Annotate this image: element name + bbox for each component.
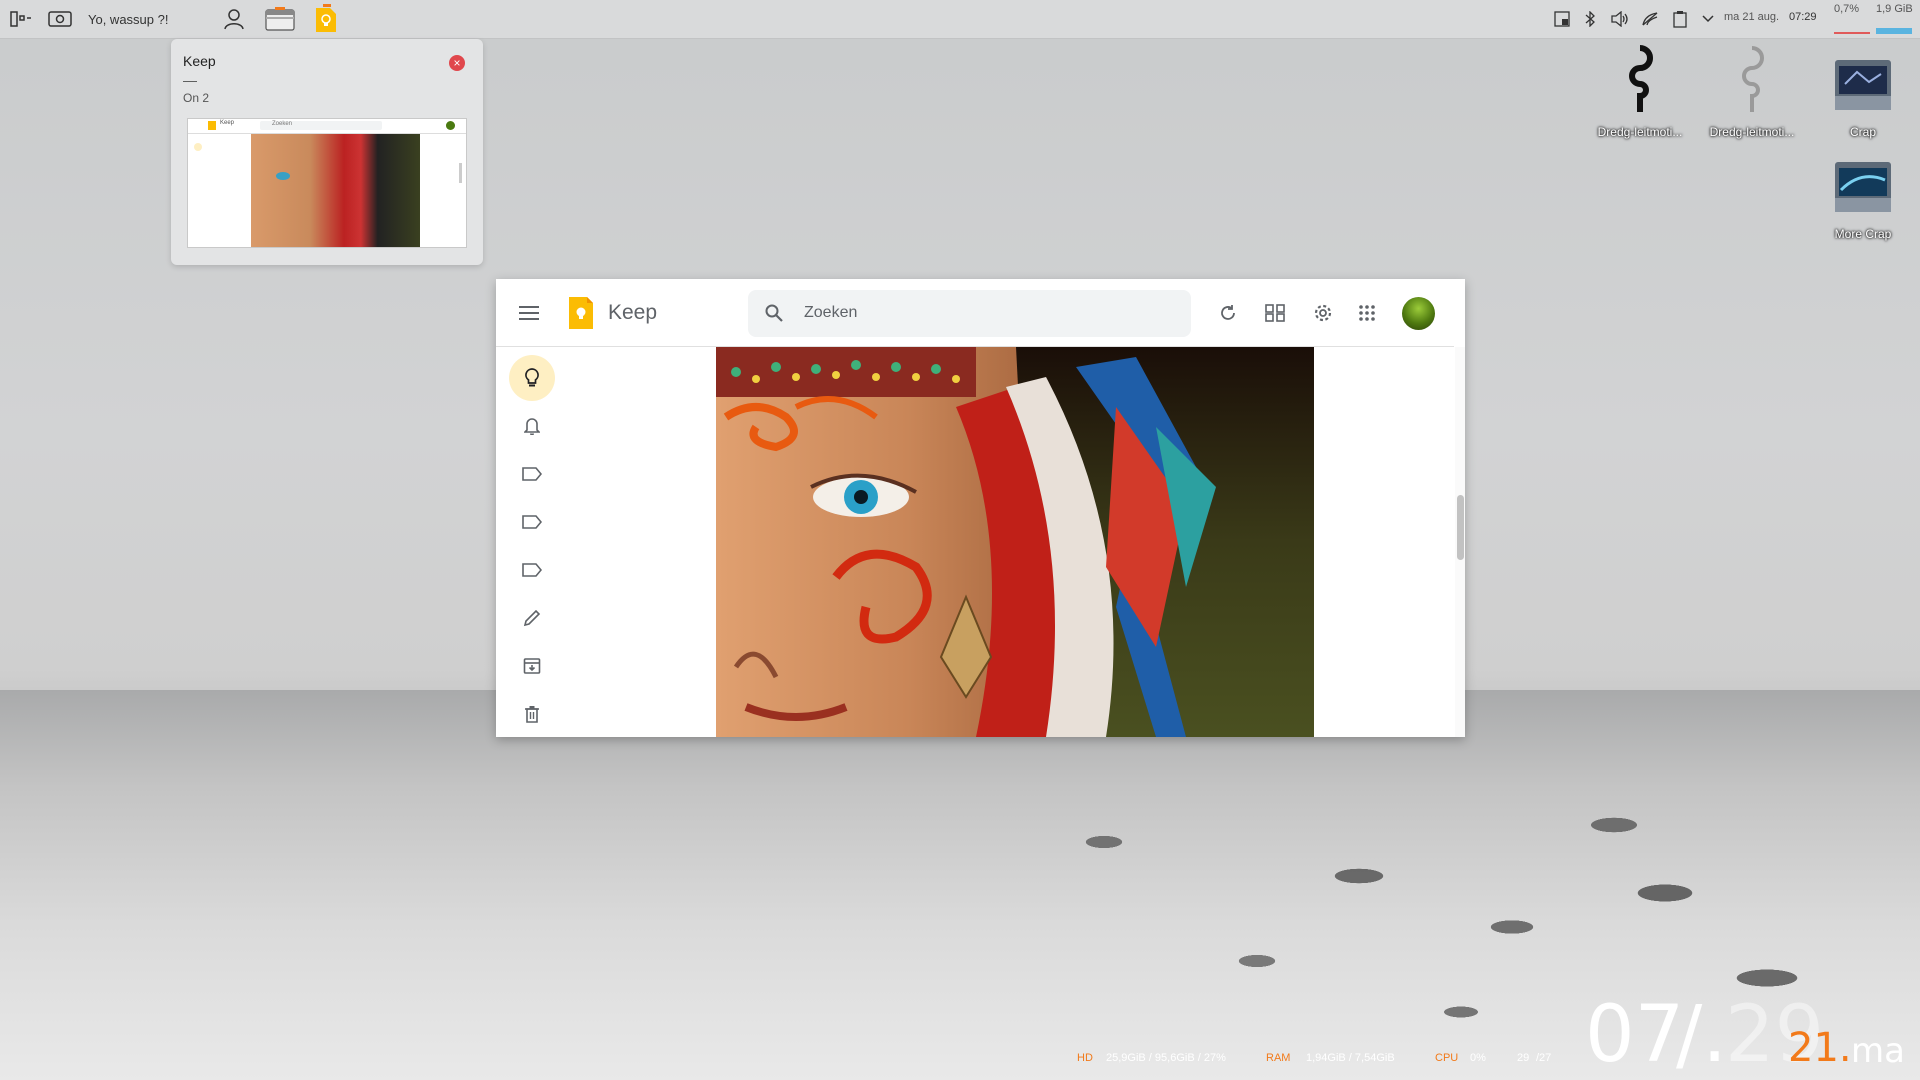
hd-label: HD: [1077, 1052, 1093, 1064]
sidebar-item-notes[interactable]: [509, 355, 555, 401]
folder-icon: [1835, 162, 1891, 212]
task-preview-tooltip: Keep — On 2 × Keep Zoeken: [171, 39, 483, 265]
search-bar[interactable]: Zoeken: [748, 290, 1191, 337]
sidebar-item-label-2[interactable]: [509, 499, 555, 545]
bluetooth-icon[interactable]: [1580, 9, 1600, 29]
trash-icon: [525, 706, 539, 723]
cpu-monitor-text: 0,7%: [1834, 3, 1860, 15]
thumb-photo: [251, 134, 420, 247]
application-launcher-icon[interactable]: [8, 4, 34, 34]
cpu-value: 0%: [1470, 1052, 1486, 1064]
folder-icon: [1835, 60, 1891, 110]
tooltip-title: Keep: [183, 53, 216, 69]
hd-value: 25,9GiB / 95,6GiB / 27%: [1106, 1052, 1226, 1064]
settings-gear-icon[interactable]: [1308, 298, 1338, 328]
mem-monitor-text: 1,9 GiB: [1876, 3, 1913, 15]
clock-day-number: 21.: [1788, 1025, 1852, 1071]
desktop-icon-crap[interactable]: Crap: [1808, 54, 1918, 139]
thumb-keep-logo: [208, 121, 216, 130]
screenshot-icon[interactable]: [46, 4, 74, 34]
search-icon[interactable]: [764, 303, 784, 323]
search-input[interactable]: Zoeken: [804, 304, 857, 322]
keep-topbar: Keep Zoeken: [496, 279, 1454, 347]
close-icon[interactable]: ×: [449, 55, 465, 71]
dredg-logo-icon: [1629, 45, 1653, 112]
clock-separator: /.: [1676, 990, 1728, 1080]
desktop-icon-dredg-1[interactable]: Dredg-leitmoti...: [1585, 44, 1695, 139]
clock-day-name: ma: [1851, 1031, 1905, 1071]
scrollbar-thumb[interactable]: [1457, 495, 1464, 560]
desktop-icon-label: Dredg-leitmoti...: [1709, 125, 1795, 139]
sidebar-item-archive[interactable]: [509, 643, 555, 689]
label-icon: [522, 515, 542, 529]
sidebar-item-reminders[interactable]: [509, 403, 555, 449]
clipboard-icon[interactable]: [1670, 9, 1690, 29]
thumb-app-title: Keep: [220, 120, 235, 126]
thumb-search-text: Zoeken: [272, 121, 293, 127]
display-icon[interactable]: [1552, 9, 1572, 29]
keep-window: Keep Zoeken: [496, 279, 1465, 737]
keep-task-icon[interactable]: [310, 4, 342, 34]
tray-date[interactable]: ma 21 aug.: [1724, 11, 1779, 23]
top-panel: Yo, wassup ?! ma 21 aug. 07:29 0,7% 1,9 …: [0, 0, 1920, 39]
ram-label: RAM: [1266, 1052, 1291, 1064]
temp-b: /27: [1536, 1052, 1552, 1064]
volume-icon[interactable]: [1610, 9, 1630, 29]
desktop-icon-dredg-2[interactable]: Dredg-leitmoti...: [1697, 44, 1807, 139]
refresh-icon[interactable]: [1213, 298, 1243, 328]
sidebar-item-edit-labels[interactable]: [509, 595, 555, 641]
scrollbar[interactable]: [1455, 347, 1465, 737]
clock-hour: 07: [1585, 990, 1685, 1080]
network-icon[interactable]: [1640, 9, 1660, 29]
lightbulb-icon: [525, 368, 539, 387]
thumb-scrollbar: [459, 163, 462, 183]
label-icon: [522, 563, 542, 577]
file-manager-task-icon[interactable]: [264, 4, 296, 34]
window-thumbnail[interactable]: Keep Zoeken: [188, 119, 466, 247]
archive-icon: [523, 658, 541, 674]
sidebar-item-label-1[interactable]: [509, 451, 555, 497]
panel-widget-text: Yo, wassup ?!: [88, 11, 169, 27]
cpu-monitor-bar: [1834, 32, 1870, 34]
sidebar-item-trash[interactable]: [509, 691, 555, 737]
desktop-icon-more-crap[interactable]: More Crap: [1808, 156, 1918, 241]
sidebar-item-label-3[interactable]: [509, 547, 555, 593]
grid-view-icon[interactable]: [1260, 298, 1290, 328]
account-avatar[interactable]: [1402, 297, 1435, 330]
thumb-search: Zoeken: [260, 121, 382, 130]
mem-monitor-bar: [1876, 28, 1912, 34]
thumb-topbar: Keep Zoeken: [188, 119, 466, 134]
tooltip-subtitle: On 2: [183, 91, 210, 105]
label-icon: [522, 467, 542, 481]
ram-value: 1,94GiB / 7,54GiB: [1306, 1052, 1395, 1064]
apps-grid-icon[interactable]: [1352, 298, 1382, 328]
desktop-icon-label: More Crap: [1834, 227, 1892, 241]
temp-a: 29: [1517, 1052, 1530, 1064]
tooltip-dash: —: [183, 72, 197, 88]
thumb-avatar: [446, 121, 455, 130]
thumb-sidebar: [194, 143, 202, 151]
tray-expand-chevron-icon[interactable]: [1698, 9, 1718, 29]
desktop-icon-label: Crap: [1849, 125, 1876, 139]
keep-app-title[interactable]: Keep: [608, 301, 657, 325]
user-icon[interactable]: [220, 4, 248, 34]
main-menu-icon[interactable]: [512, 296, 546, 330]
desktop-icon-label: Dredg-leitmoti...: [1597, 125, 1683, 139]
bell-icon: [524, 418, 540, 435]
thumb-photo-eye: [276, 172, 290, 180]
cpu-label: CPU: [1435, 1052, 1459, 1064]
dredg-logo-icon: [1742, 46, 1764, 112]
pencil-icon: [523, 609, 541, 627]
keep-logo-icon[interactable]: [566, 295, 596, 331]
note-image[interactable]: [716, 347, 1314, 737]
tray-time[interactable]: 07:29: [1789, 11, 1817, 23]
